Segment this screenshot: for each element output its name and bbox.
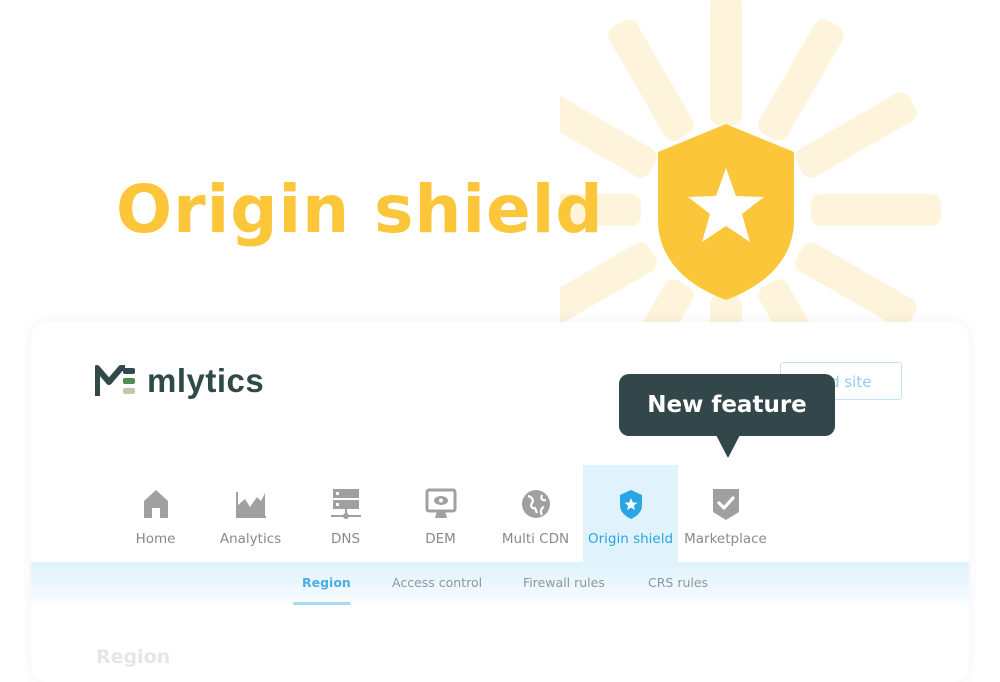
subtab-region[interactable]: Region <box>302 575 351 590</box>
brand-name: mlytics <box>147 362 265 399</box>
nav-item-analytics[interactable]: Analytics <box>203 465 298 562</box>
nav-label: Home <box>135 531 176 547</box>
subtab-access-control[interactable]: Access control <box>392 575 482 590</box>
nav-label: Multi CDN <box>501 531 570 547</box>
monitor-eye-icon <box>425 488 456 518</box>
area-chart-icon <box>235 492 266 518</box>
nav-item-marketplace[interactable]: Marketplace <box>678 465 773 562</box>
shield-star-icon <box>658 124 794 300</box>
nav-label: Analytics <box>219 531 282 547</box>
nav-label: Marketplace <box>684 531 767 547</box>
shield-star-icon <box>619 490 642 519</box>
sub-tabs: Region Access control Firewall rules CRS… <box>31 562 969 606</box>
tooltip-arrow <box>716 435 740 458</box>
main-nav: Home Analytics DNS DEM Multi CDN Origin … <box>108 465 773 562</box>
nav-item-dem[interactable]: DEM <box>393 465 488 562</box>
nav-item-dns[interactable]: DNS <box>298 465 393 562</box>
subtab-crs-rules[interactable]: CRS rules <box>648 575 708 590</box>
server-network-icon <box>330 489 361 519</box>
subtab-firewall-rules[interactable]: Firewall rules <box>523 575 605 590</box>
mlytics-logo-icon <box>95 365 135 396</box>
brand-logo[interactable]: mlytics <box>95 362 264 400</box>
new-feature-tooltip: New feature <box>619 374 835 436</box>
section-title: Region <box>96 646 171 668</box>
app-window: mlytics Add site New feature Home Analyt… <box>31 322 969 682</box>
globe-icon <box>521 490 550 518</box>
nav-item-multi-cdn[interactable]: Multi CDN <box>488 465 583 562</box>
nav-label: Origin shield <box>587 531 674 547</box>
home-icon <box>143 490 168 518</box>
nav-item-home[interactable]: Home <box>108 465 203 562</box>
active-tab-indicator <box>293 602 351 605</box>
hero-title: Origin shield <box>116 171 604 248</box>
nav-label: DEM <box>425 531 456 547</box>
nav-item-origin-shield[interactable]: Origin shield <box>583 465 678 562</box>
badge-check-icon <box>712 489 739 520</box>
nav-label: DNS <box>330 531 361 547</box>
